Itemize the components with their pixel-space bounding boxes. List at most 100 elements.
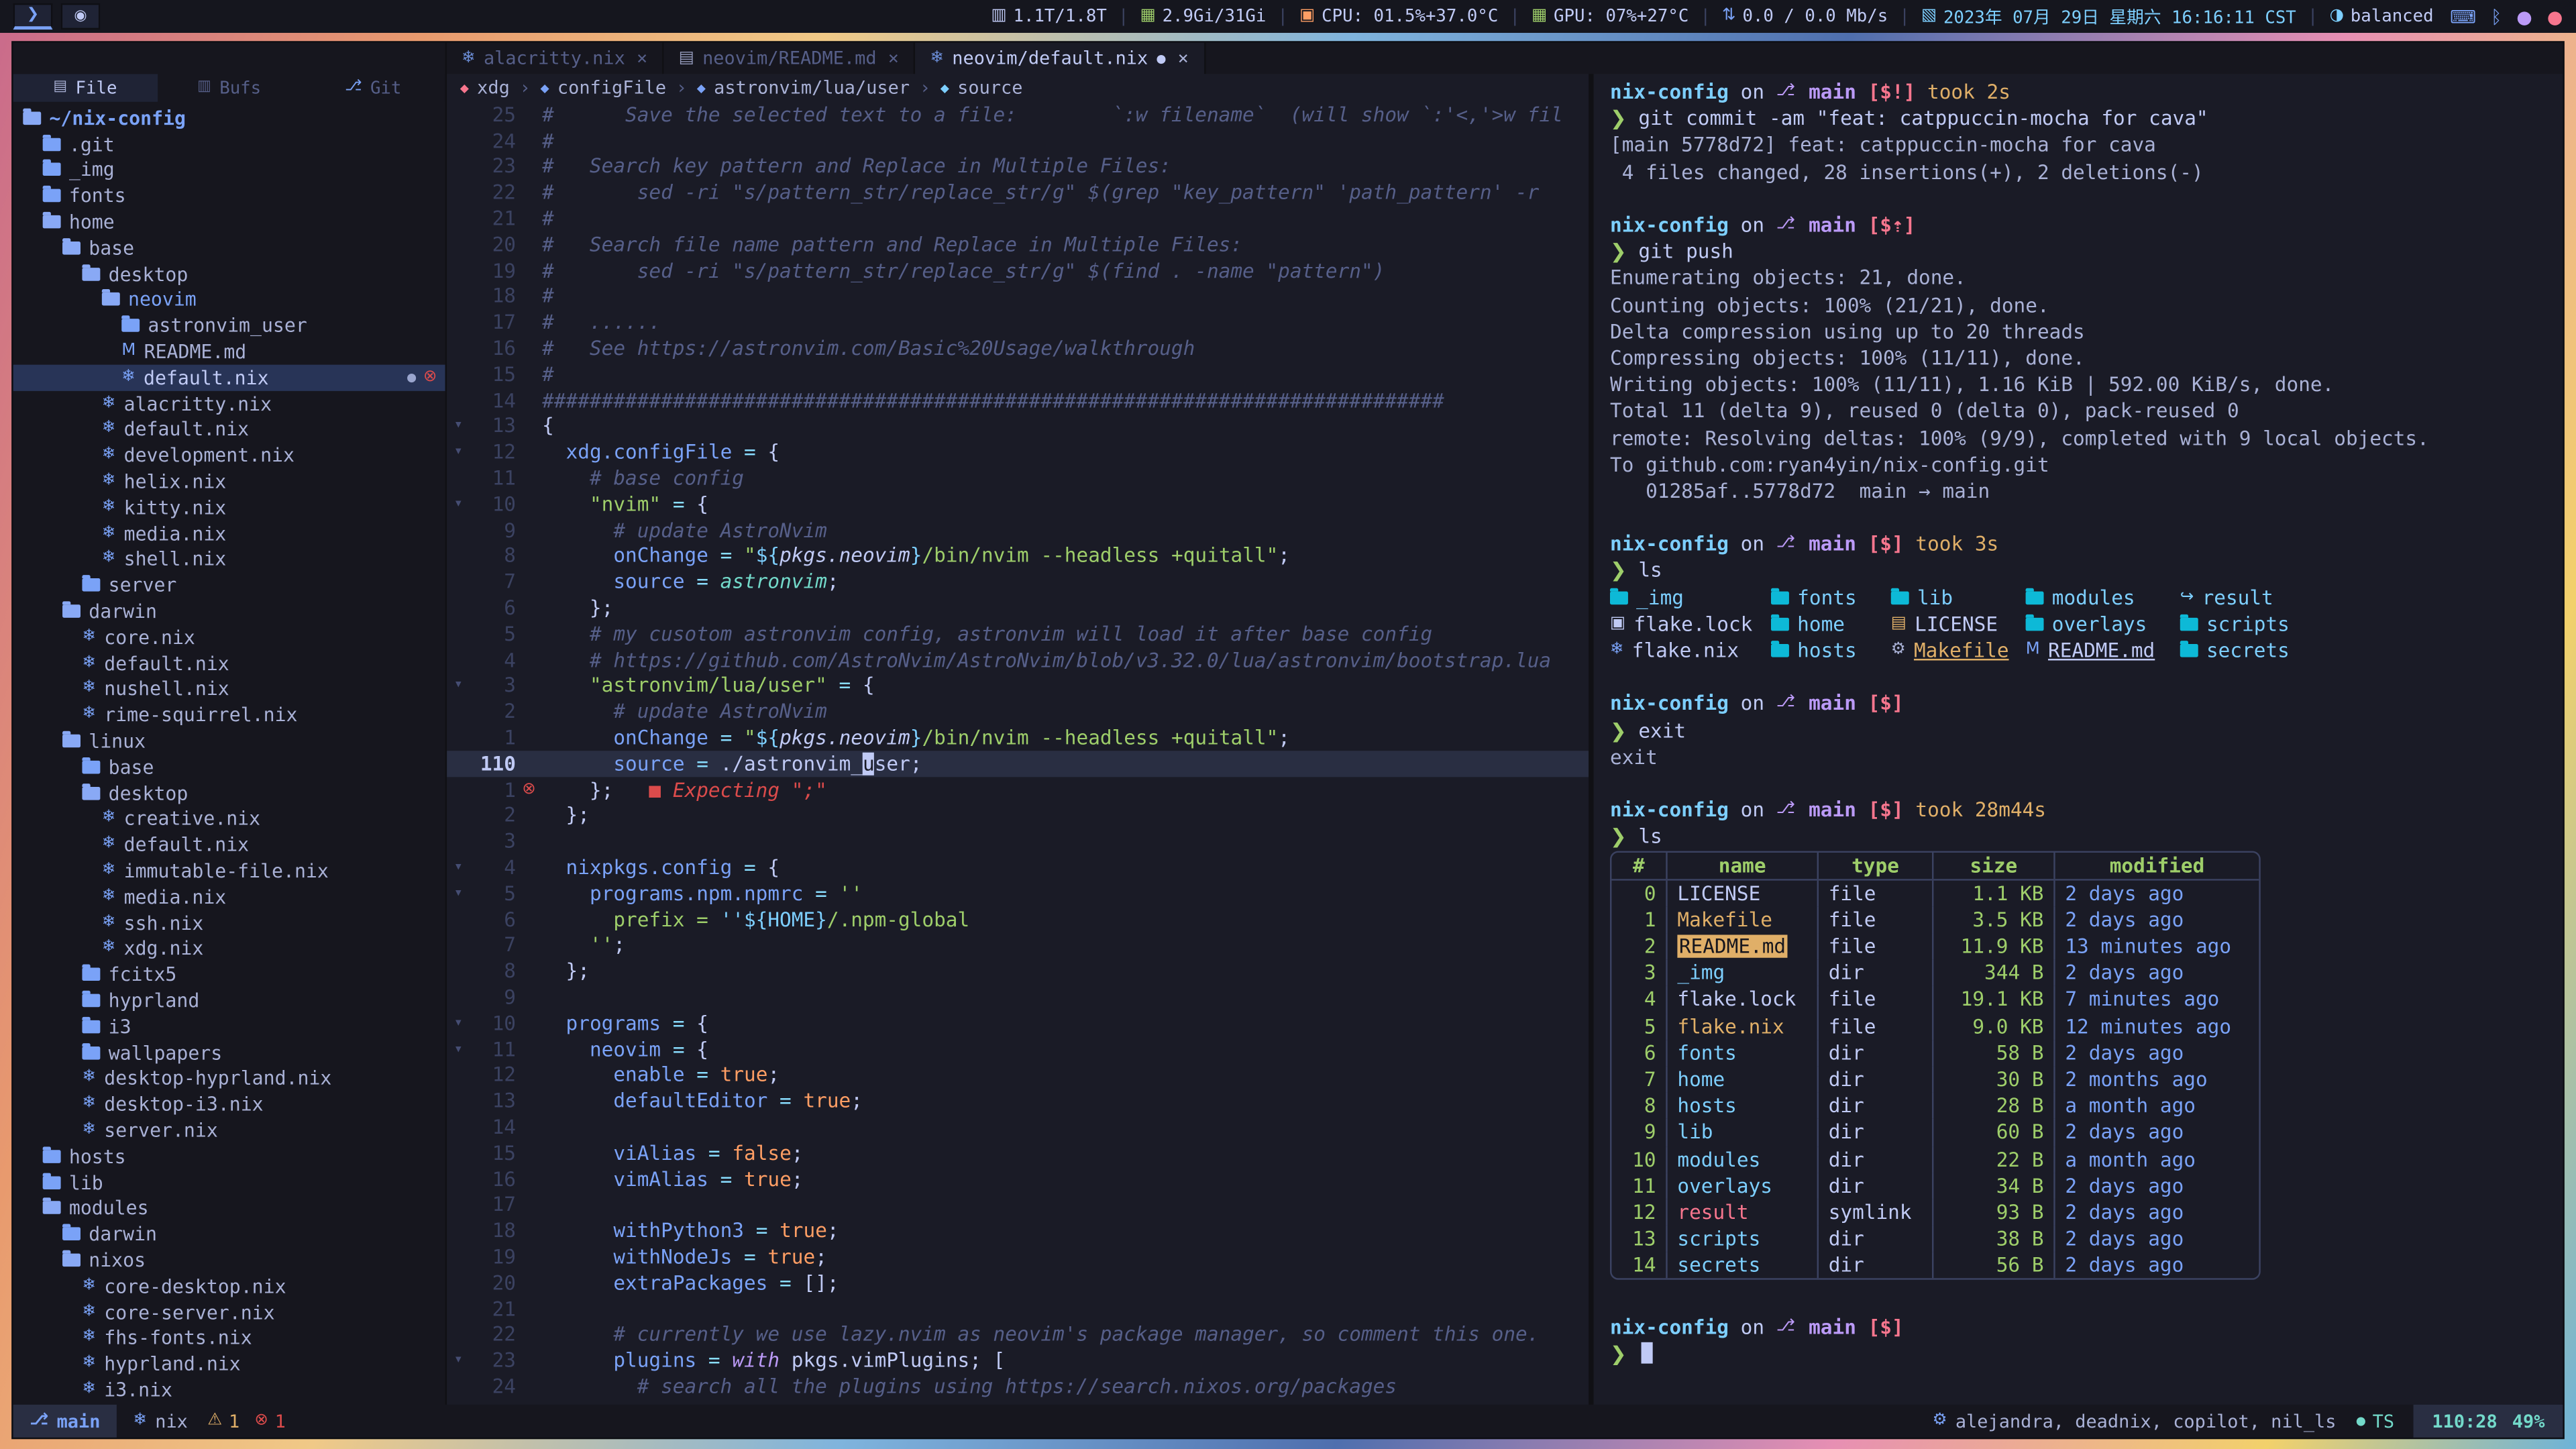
breadcrumb-item[interactable]: ◆astronvim/lua/user [697, 77, 910, 99]
code-line[interactable]: 16# See https://astronvim.com/Basic%20Us… [447, 335, 1589, 362]
code-line[interactable]: 18 withPython3 = true; [447, 1218, 1589, 1244]
code-line[interactable]: ▾12 xdg.configFile = { [447, 439, 1589, 466]
tree-item[interactable]: ❄core-desktop.nix [13, 1273, 445, 1299]
fold-icon[interactable]: ▾ [447, 885, 470, 902]
tree-item[interactable]: hyprland [13, 987, 445, 1014]
code-line[interactable]: 7 ''; [447, 932, 1589, 959]
code-line[interactable]: 15 viAlias = false; [447, 1140, 1589, 1166]
code-line[interactable]: 5 # my cusotom astronvim config, astronv… [447, 621, 1589, 647]
fold-icon[interactable]: ▾ [447, 859, 470, 875]
bluetooth-icon[interactable]: ᛒ [2491, 7, 2502, 25]
tree-item[interactable]: ❄media.nix [13, 883, 445, 910]
code-line[interactable]: 23# Search key pattern and Replace in Mu… [447, 154, 1589, 180]
tree-item[interactable]: ❄ssh.nix [13, 910, 445, 936]
code-line[interactable]: 25# Save the selected text to a file: `:… [447, 102, 1589, 128]
fold-icon[interactable]: ▾ [447, 1352, 470, 1368]
file-item[interactable]: ▣flake.lock [1610, 612, 1771, 635]
terminal[interactable]: nix-config on ⎇ main [$!] took 2s❯ git c… [1589, 74, 2563, 1405]
tree-item[interactable]: ❄core-server.nix [13, 1299, 445, 1325]
code-line[interactable]: ▾4 nixpkgs.config = { [447, 855, 1589, 881]
code-line[interactable]: 14######################################… [447, 387, 1589, 413]
code-line[interactable]: 11 # base config [447, 465, 1589, 491]
tree-item[interactable]: wallpapers [13, 1039, 445, 1065]
neotree-tab-bufs[interactable]: ▥Bufs [157, 74, 301, 102]
code-area[interactable]: 25# Save the selected text to a file: `:… [447, 102, 1589, 1405]
neotree-tab-file[interactable]: ▤File [13, 74, 158, 102]
directory-item[interactable]: modules [2026, 586, 2180, 608]
terminal-command-line[interactable]: ❯ exit [1610, 717, 2563, 744]
file-item[interactable]: ⚙Makefile [1891, 639, 2026, 662]
terminal-command-line[interactable]: ❯ [1610, 1340, 2563, 1367]
tree-item[interactable]: ❄helix.nix [13, 468, 445, 494]
tree-item[interactable]: ❄development.nix [13, 443, 445, 469]
tree-item[interactable]: i3 [13, 1014, 445, 1040]
code-line[interactable]: 3 [447, 828, 1589, 855]
tree-item[interactable]: ❄desktop-i3.nix [13, 1091, 445, 1118]
tree-item[interactable]: ~/nix-config [13, 105, 445, 131]
code-line[interactable]: ▾13{ [447, 413, 1589, 439]
tree-item[interactable]: linux [13, 728, 445, 754]
tree-item[interactable]: ❄core.nix [13, 624, 445, 650]
code-line[interactable]: 17# ...... [447, 309, 1589, 335]
tree-item[interactable]: ❄immutable-file.nix [13, 858, 445, 884]
tree-item[interactable]: base [13, 754, 445, 780]
code-line[interactable]: ▾11 neovim = { [447, 1036, 1589, 1063]
code-line[interactable]: 20 extraPackages = []; [447, 1270, 1589, 1296]
directory-item[interactable]: ↪result [2180, 586, 2273, 608]
code-line[interactable]: 9 # update AstroNvim [447, 517, 1589, 543]
fold-icon[interactable]: ▾ [447, 1041, 470, 1057]
tree-item[interactable]: ❄alacritty.nix [13, 390, 445, 417]
code-line[interactable]: ▾10 "nvim" = { [447, 491, 1589, 517]
directory-item[interactable]: overlays [2026, 612, 2180, 635]
code-line[interactable]: 2 # update AstroNvim [447, 699, 1589, 725]
fold-icon[interactable]: ▾ [447, 1015, 470, 1031]
code-line[interactable]: 18# [447, 284, 1589, 310]
tree-item[interactable]: ❄default.nix [13, 650, 445, 676]
tree-item[interactable]: ❄rime-squirrel.nix [13, 702, 445, 729]
code-line[interactable]: 4 # https://github.com/AstroNvim/AstroNv… [447, 647, 1589, 673]
keyboard-icon[interactable]: ⌨ [2450, 7, 2476, 25]
tree-item[interactable]: lib [13, 1169, 445, 1195]
file-item[interactable]: ❄flake.nix [1610, 639, 1771, 662]
directory-item[interactable]: secrets [2180, 639, 2290, 662]
workspace-1[interactable]: ❯ [13, 3, 53, 30]
tree-item[interactable]: ❄media.nix [13, 521, 445, 547]
code-line[interactable]: 15# [447, 362, 1589, 388]
terminal-command-line[interactable]: ❯ git commit -am "feat: catppuccin-mocha… [1610, 105, 2563, 132]
code-line[interactable]: 1 onChange = "${pkgs.neovim}/bin/nvim --… [447, 724, 1589, 751]
terminal-command-line[interactable]: ❯ git push [1610, 238, 2563, 265]
tree-item[interactable]: astronvim_user [13, 313, 445, 339]
code-line[interactable]: 20# Search file name pattern and Replace… [447, 231, 1589, 258]
code-line[interactable]: 9 [447, 984, 1589, 1010]
tree-item[interactable]: ❄hyprland.nix [13, 1351, 445, 1377]
terminal-command-line[interactable]: ❯ ls [1610, 824, 2563, 851]
tree-item[interactable]: darwin [13, 598, 445, 625]
code-line[interactable]: 19# sed -ri "s/pattern_str/replace_str/g… [447, 258, 1589, 284]
code-line[interactable]: 12 enable = true; [447, 1062, 1589, 1088]
editor-tab[interactable]: ❄neovim/default.nix●× [915, 43, 1205, 74]
code-line[interactable]: 110 source = ./astronvim_user; [447, 751, 1589, 777]
code-line[interactable]: 2 }; [447, 802, 1589, 828]
directory-item[interactable]: fonts [1771, 586, 1891, 608]
code-line[interactable]: 17 [447, 1192, 1589, 1218]
code-line[interactable]: 24 # search all the plugins using https:… [447, 1373, 1589, 1399]
code-line[interactable]: 24# [447, 128, 1589, 154]
file-item[interactable]: ▤LICENSE [1891, 612, 2026, 635]
code-line[interactable]: 1⊗ }; ■ Expecting ";" [447, 777, 1589, 803]
tree-item[interactable]: ❄default.nix [13, 417, 445, 443]
code-line[interactable]: 7 source = astronvim; [447, 569, 1589, 595]
code-line[interactable]: ▾23 plugins = with pkgs.vimPlugins; [ [447, 1348, 1589, 1374]
tree-item[interactable]: ❄nushell.nix [13, 676, 445, 702]
code-line[interactable]: 6 prefix = ''${HOME}/.npm-global [447, 906, 1589, 932]
breadcrumb-item[interactable]: ◆configFile [540, 77, 666, 99]
code-line[interactable]: 8 onChange = "${pkgs.neovim}/bin/nvim --… [447, 543, 1589, 570]
code-line[interactable]: 22# sed -ri "s/pattern_str/replace_str/g… [447, 180, 1589, 206]
editor-tab[interactable]: ❄alacritty.nix× [447, 43, 664, 74]
tree-item[interactable]: ❄default.nix [13, 832, 445, 858]
breadcrumb-item[interactable]: ◆xdg [460, 77, 510, 99]
volume-icon[interactable]: ● [2516, 7, 2532, 25]
tree-item[interactable]: server [13, 572, 445, 598]
code-line[interactable]: 13 defaultEditor = true; [447, 1088, 1589, 1114]
directory-item[interactable]: lib [1891, 586, 2026, 608]
warning-count[interactable]: ⚠ 1 [207, 1410, 239, 1432]
